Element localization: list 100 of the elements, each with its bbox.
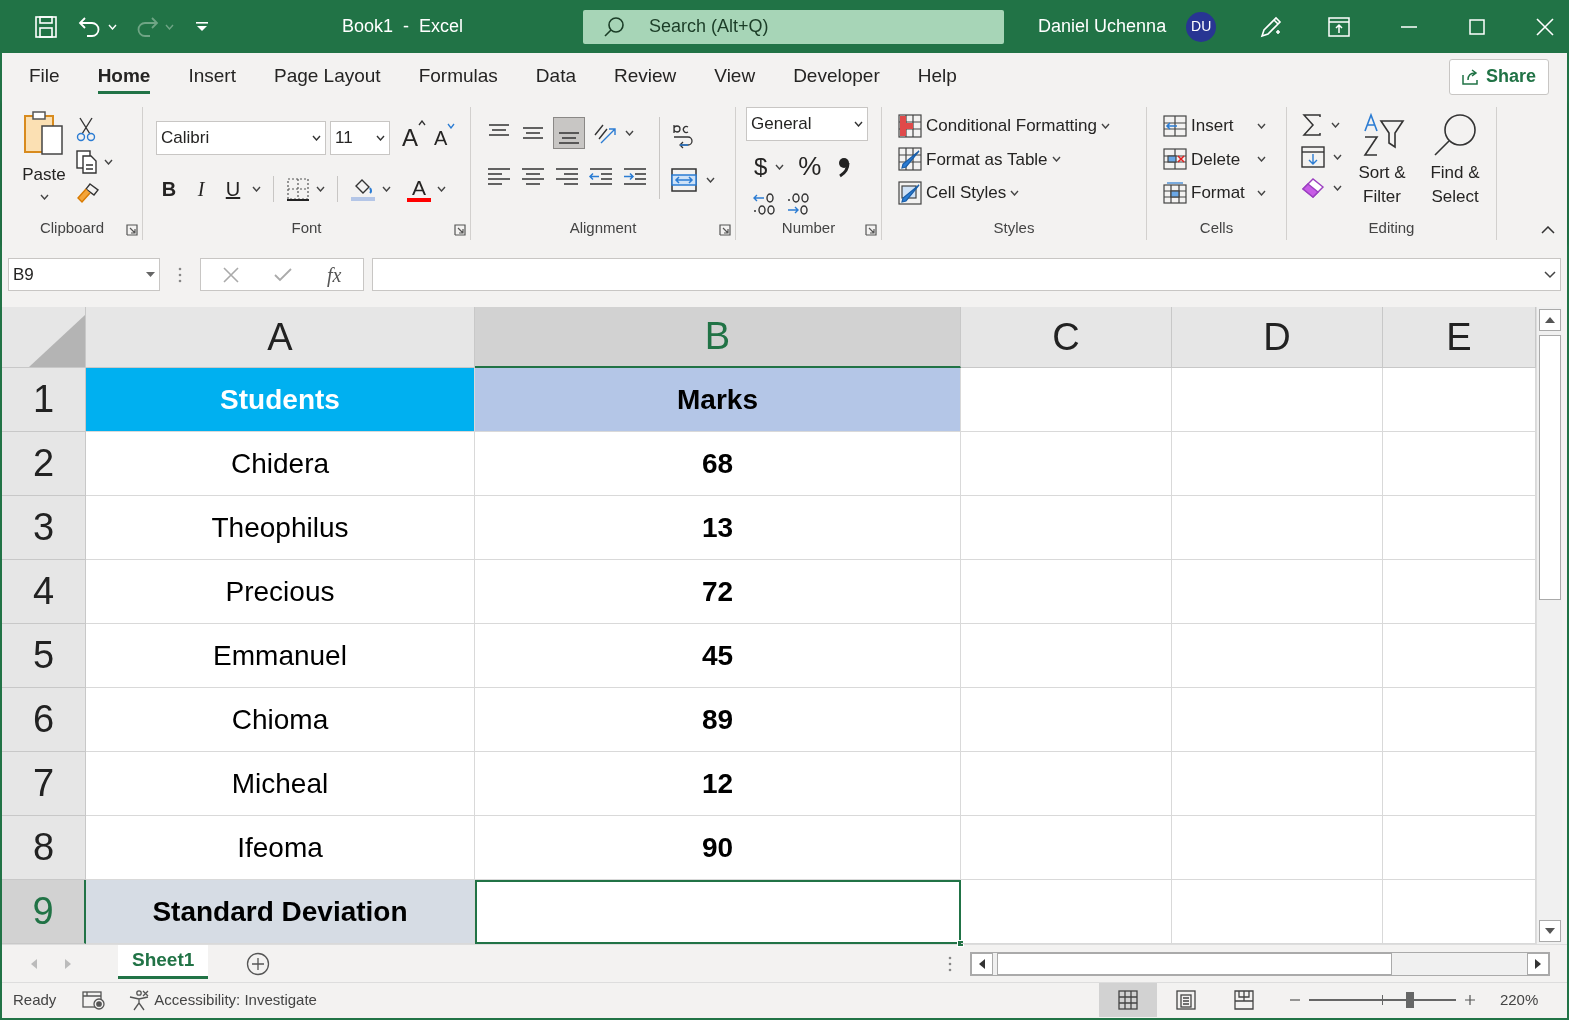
comma-style-icon[interactable] <box>837 155 852 178</box>
add-sheet-icon[interactable] <box>246 951 271 976</box>
font-name-dropdown[interactable]: Calibri <box>156 121 326 155</box>
underline-button[interactable]: U <box>220 172 246 206</box>
row-header[interactable]: 6 <box>2 688 86 752</box>
empty-cell[interactable] <box>961 816 1172 880</box>
empty-cell[interactable] <box>961 688 1172 752</box>
sum-icon[interactable] <box>1301 113 1323 137</box>
borders-icon[interactable] <box>286 177 310 201</box>
ribbon-tab[interactable]: Data <box>518 53 593 100</box>
currency-button[interactable]: $ <box>752 146 770 187</box>
empty-cell[interactable] <box>961 432 1172 496</box>
close-icon[interactable] <box>1536 17 1555 36</box>
ribbon-display-icon[interactable] <box>1328 16 1351 37</box>
percent-button[interactable]: % <box>796 145 824 188</box>
drag-handle-icon[interactable] <box>948 955 953 972</box>
sheet-tab[interactable]: Sheet1 <box>118 944 209 979</box>
user-avatar[interactable]: DU <box>1186 11 1217 42</box>
format-as-table-button[interactable]: Format as Table <box>896 144 1146 174</box>
font-color-button[interactable]: A <box>407 176 431 202</box>
cell-styles-button[interactable]: Cell Styles <box>896 178 1146 208</box>
collapse-ribbon-icon[interactable] <box>1541 226 1555 234</box>
paste-button[interactable]: Paste <box>22 110 66 216</box>
caret-icon[interactable] <box>437 186 446 192</box>
undo-icon[interactable] <box>78 14 102 39</box>
column-header[interactable]: B <box>475 307 961 368</box>
scroll-right-icon[interactable] <box>1527 952 1550 975</box>
ribbon-tab[interactable]: View <box>697 53 773 100</box>
dialog-launcher-icon[interactable] <box>454 224 466 236</box>
caret-icon[interactable] <box>382 186 391 192</box>
scroll-up-icon[interactable] <box>1538 309 1561 331</box>
ribbon-tab[interactable]: Home <box>80 53 168 100</box>
scroll-left-icon[interactable] <box>971 952 994 975</box>
zoom-slider-thumb[interactable] <box>1406 992 1415 1008</box>
number-format-dropdown[interactable]: General <box>746 107 868 141</box>
row-header[interactable]: 7 <box>2 752 86 816</box>
ribbon-tab[interactable]: Page Layout <box>256 53 398 100</box>
empty-cell[interactable] <box>961 496 1172 560</box>
row-header[interactable]: 5 <box>2 624 86 688</box>
font-size-dropdown[interactable]: 11 <box>330 121 390 155</box>
row-header[interactable]: 8 <box>2 816 86 880</box>
scrollbar-thumb[interactable] <box>997 952 1393 975</box>
fill-down-icon[interactable] <box>1301 145 1325 169</box>
zoom-in-icon[interactable] <box>1463 994 1476 1006</box>
share-button[interactable]: Share <box>1448 58 1549 95</box>
empty-cell[interactable] <box>1172 688 1383 752</box>
increase-font-size-button[interactable]: A <box>400 118 428 158</box>
decrease-font-size-button[interactable]: A <box>432 121 458 155</box>
conditional-formatting-button[interactable]: Conditional Formatting <box>896 111 1146 141</box>
row-header[interactable]: 4 <box>2 560 86 624</box>
insert-cells-button[interactable]: Insert <box>1161 111 1286 141</box>
bold-button[interactable]: B <box>156 172 182 206</box>
ribbon-tab[interactable]: File <box>12 53 77 100</box>
accessibility-status[interactable]: Accessibility: Investigate <box>154 988 317 1012</box>
scroll-down-icon[interactable] <box>1538 920 1561 942</box>
zoom-level[interactable]: 220% <box>1499 988 1539 1012</box>
dialog-launcher-icon[interactable] <box>865 224 877 236</box>
delete-cells-button[interactable]: Delete <box>1161 144 1286 174</box>
ribbon-tab[interactable]: Help <box>900 53 974 100</box>
bottom-align-icon[interactable] <box>553 117 585 149</box>
caret-icon[interactable] <box>625 130 634 136</box>
customize-toolbar-icon[interactable] <box>196 21 208 32</box>
scrollbar-thumb[interactable] <box>1538 335 1561 600</box>
caret-icon[interactable] <box>316 186 325 192</box>
caret-icon[interactable] <box>252 186 261 192</box>
decrease-decimal-icon[interactable] <box>786 192 810 216</box>
eraser-icon[interactable] <box>1301 177 1325 199</box>
caret-icon[interactable] <box>1331 122 1340 128</box>
empty-cell[interactable] <box>1172 432 1383 496</box>
column-header[interactable]: E <box>1383 307 1536 368</box>
empty-cell[interactable] <box>1172 368 1383 432</box>
copy-icon[interactable] <box>76 150 98 174</box>
column-header[interactable]: D <box>1172 307 1383 368</box>
row-header[interactable]: 2 <box>2 432 86 496</box>
caret-icon[interactable] <box>1333 185 1342 191</box>
ribbon-tab[interactable]: Insert <box>171 53 253 100</box>
increase-decimal-icon[interactable] <box>752 192 776 216</box>
fill-handle[interactable] <box>957 940 964 947</box>
caret-icon[interactable] <box>775 163 785 170</box>
find-select-button[interactable]: Find & Select <box>1422 113 1488 216</box>
empty-cell[interactable] <box>1172 496 1383 560</box>
maximize-icon[interactable] <box>1469 18 1486 35</box>
sort-filter-button[interactable]: Sort & Filter <box>1352 113 1412 216</box>
scissors-icon[interactable] <box>76 116 96 142</box>
caret-icon[interactable] <box>706 177 715 183</box>
formula-input[interactable] <box>372 258 1561 291</box>
active-cell[interactable] <box>475 880 961 944</box>
dialog-launcher-icon[interactable] <box>126 224 138 236</box>
save-icon[interactable] <box>34 14 58 39</box>
column-header[interactable]: C <box>961 307 1172 368</box>
empty-cell[interactable] <box>961 624 1172 688</box>
italic-button[interactable]: I <box>188 172 214 206</box>
empty-cell[interactable] <box>961 752 1172 816</box>
empty-cell[interactable] <box>1172 624 1383 688</box>
empty-cell[interactable] <box>1172 816 1383 880</box>
column-header[interactable]: A <box>86 307 475 368</box>
ribbon-tab[interactable]: Formulas <box>401 53 515 100</box>
empty-cell[interactable] <box>1172 752 1383 816</box>
ribbon-tab[interactable]: Review <box>597 53 694 100</box>
empty-cell[interactable] <box>1172 560 1383 624</box>
